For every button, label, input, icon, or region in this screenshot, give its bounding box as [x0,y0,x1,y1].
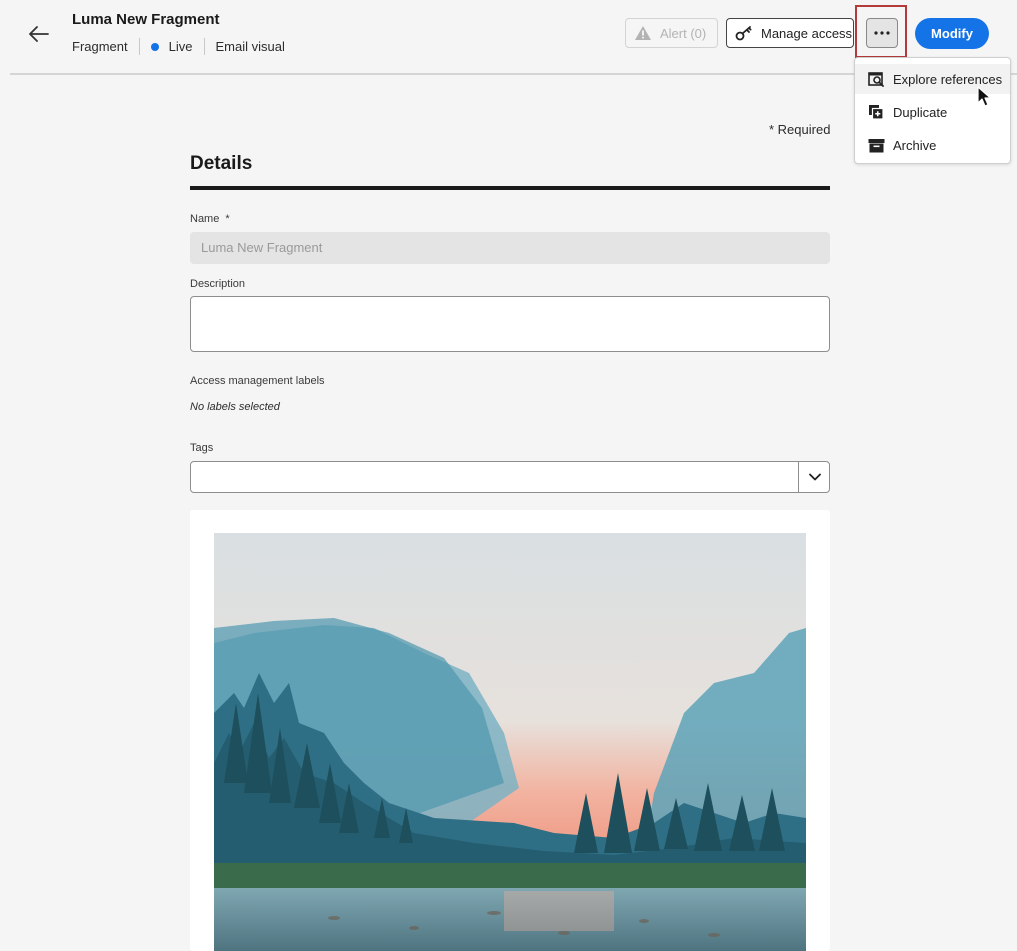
tags-label: Tags [190,442,214,454]
alert-button-label: Alert (0) [660,25,707,41]
status-dot [150,42,159,51]
divider [138,38,140,55]
name-label: Name * [190,213,230,225]
menu-item-label: Explore references [893,71,1003,87]
page-title: Luma New Fragment [72,11,220,28]
tags-field[interactable] [190,461,830,493]
name-field[interactable]: Luma New Fragment [190,232,830,264]
divider [203,38,205,55]
manage-access-label: Manage access [761,25,853,41]
required-note: * Required [769,122,831,137]
back-arrow-icon[interactable] [26,22,52,46]
preview-image [214,533,806,951]
alert-button[interactable]: Alert (0) [625,18,718,48]
page-meta: Fragment Live Email visual [72,38,285,55]
section-title: Details [190,153,253,174]
content-type: Fragment [72,39,128,54]
status-badge: Live [168,39,193,54]
access-labels-label: Access management labels [190,375,325,387]
more-horizontal-icon [874,31,890,35]
name-label-text: Name [190,213,220,225]
access-labels-value: No labels selected [190,401,280,413]
section-divider [190,186,830,190]
menu-item-label: Duplicate [893,104,948,120]
mouse-pointer-icon [976,86,992,113]
description-field[interactable] [190,296,830,352]
explore-references-icon [867,70,885,88]
manage-access-button[interactable]: Manage access [726,18,854,48]
menu-item-archive[interactable]: Archive [855,130,1010,160]
menu-item-label: Archive [893,137,937,153]
modify-button[interactable]: Modify [915,18,989,49]
required-mark: * [225,213,230,225]
archive-icon [867,136,885,154]
description-label: Description [190,278,246,290]
duplicate-icon [867,103,885,121]
alert-icon [635,26,651,40]
more-actions-button[interactable] [866,18,898,48]
chevron-down-icon[interactable] [798,461,830,493]
key-icon [735,26,752,41]
channel-label: Email visual [215,39,285,54]
